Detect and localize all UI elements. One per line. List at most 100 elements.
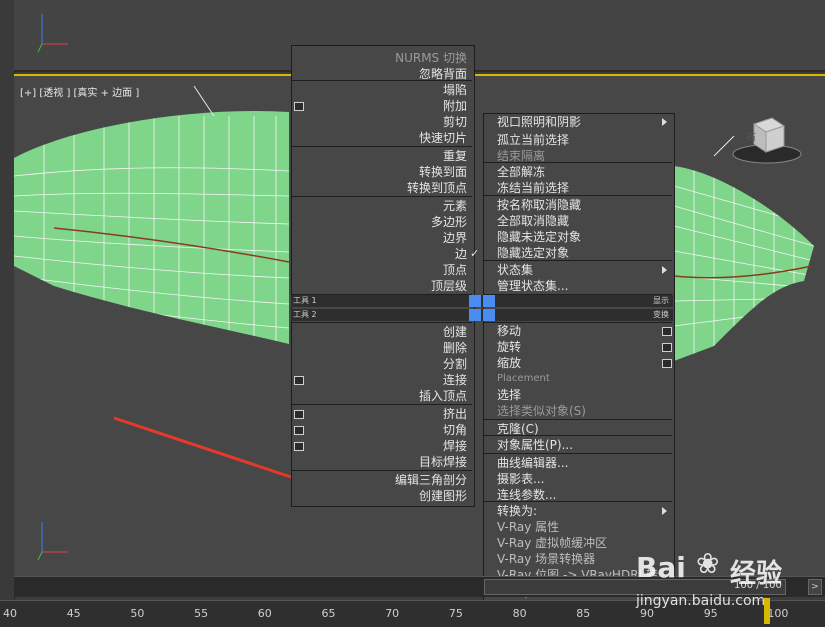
quad-blue-top-left[interactable]	[469, 295, 481, 307]
baidu-watermark: Bai ❀ 经验 jingyan.baidu.com	[630, 545, 820, 623]
menu-separator	[292, 404, 472, 405]
left-menu-item[interactable]: 创建图形	[291, 488, 467, 504]
settings-box-icon[interactable]	[294, 102, 304, 111]
display-label: 显示	[653, 296, 669, 305]
right-menu-item[interactable]: 按名称取消隐藏	[497, 197, 581, 213]
left-menu-item[interactable]: 切角	[291, 422, 467, 438]
right-menu-item[interactable]: Placement	[497, 371, 550, 387]
timeline-tick-label: 40	[3, 607, 17, 620]
right-menu-item[interactable]: 转换为:	[497, 503, 537, 519]
right-menu-item[interactable]: 全部取消隐藏	[497, 213, 569, 229]
timeline-tick-label: 85	[576, 607, 591, 620]
watermark-url: jingyan.baidu.com	[636, 593, 766, 609]
menu-separator	[292, 470, 472, 471]
right-menu-item[interactable]: 选择	[497, 387, 521, 403]
menu-separator	[484, 501, 672, 502]
check-icon: ✓	[470, 247, 480, 260]
left-menu-item[interactable]: 剪切	[291, 114, 467, 130]
left-menu-item[interactable]: 删除	[291, 340, 467, 356]
settings-box-icon[interactable]	[294, 426, 304, 435]
quad-blue-bottom-right[interactable]	[483, 309, 495, 321]
right-menu-item[interactable]: 状态集	[497, 262, 533, 278]
timeline-tick-label: 55	[194, 607, 209, 620]
right-menu-item[interactable]: V-Ray 属性	[497, 519, 559, 535]
settings-box-icon[interactable]	[294, 376, 304, 385]
left-menu-item[interactable]: 目标焊接	[291, 454, 467, 470]
axis-gizmo-bottom-icon	[37, 522, 68, 561]
right-menu-item[interactable]: 全部解冻	[497, 164, 545, 180]
timeline-tick-label: 75	[448, 607, 463, 620]
left-menu-item[interactable]: 多边形	[291, 214, 467, 230]
left-menu-item[interactable]: 重复	[291, 148, 467, 164]
left-menu-item[interactable]: 挤出	[291, 406, 467, 422]
menu-separator	[292, 196, 472, 197]
quad-blue-bottom-left[interactable]	[469, 309, 481, 321]
timeline-tick-label: 60	[257, 607, 272, 620]
left-menu-item[interactable]: 边	[291, 246, 467, 262]
settings-box-icon[interactable]	[294, 442, 304, 451]
timeline-tick-label: 70	[385, 607, 400, 620]
settings-box-icon[interactable]	[662, 327, 672, 336]
paw-icon: ❀	[696, 547, 720, 580]
menu-separator	[484, 453, 672, 454]
settings-box-icon[interactable]	[294, 410, 304, 419]
settings-box-icon[interactable]	[662, 359, 672, 368]
menu-separator	[484, 195, 672, 196]
right-menu-item[interactable]: 隐藏未选定对象	[497, 229, 581, 245]
left-menu-item[interactable]: 插入顶点	[291, 388, 467, 404]
right-menu-item[interactable]: V-Ray 场景转换器	[497, 551, 595, 567]
right-menu-item[interactable]: 对象属性(P)...	[497, 437, 573, 453]
right-menu-item[interactable]: 视口照明和阴影	[497, 114, 581, 130]
quad-blue-top-right[interactable]	[483, 295, 495, 307]
axis-gizmo-icon	[37, 14, 68, 53]
viewcube[interactable]: 右	[732, 112, 802, 164]
timeline-tick-label: 65	[321, 607, 336, 620]
left-menu-item[interactable]: 分割	[291, 356, 467, 372]
menu-separator	[484, 435, 672, 436]
tools1-bar: 工具 1 显示	[291, 295, 673, 307]
submenu-arrow-icon	[662, 266, 667, 274]
right-menu-item[interactable]: V-Ray 虚拟帧缓冲区	[497, 535, 607, 551]
right-menu-item[interactable]: 管理状态集...	[497, 278, 568, 294]
right-menu-item[interactable]: 移动	[497, 323, 521, 339]
timeline-tick-label: 45	[66, 607, 81, 620]
menu-separator	[484, 162, 672, 163]
left-menu-item[interactable]: NURMS 切换	[291, 50, 467, 66]
menu-separator	[292, 80, 472, 81]
left-menu-item[interactable]: 创建	[291, 324, 467, 340]
tools2-bar: 工具 2 变换	[291, 309, 673, 321]
submenu-arrow-icon	[662, 507, 667, 515]
left-menu-item[interactable]: 顶点	[291, 262, 467, 278]
menu-separator	[484, 322, 672, 323]
viewcube-label: 右	[746, 132, 756, 143]
left-menu-item[interactable]: 转换到面	[291, 164, 467, 180]
left-menu-item[interactable]: 元素	[291, 198, 467, 214]
transform-label: 变换	[653, 310, 669, 319]
right-menu-item[interactable]: 缩放	[497, 355, 521, 371]
left-menu-item[interactable]: 边界	[291, 230, 467, 246]
left-menu-item[interactable]: 塌陷	[291, 82, 467, 98]
settings-box-icon[interactable]	[662, 343, 672, 352]
watermark-brand2: 经验	[730, 559, 783, 589]
left-menu-item[interactable]: 焊接	[291, 438, 467, 454]
menu-separator	[484, 260, 672, 261]
right-menu-item[interactable]: 旋转	[497, 339, 521, 355]
left-menu-item[interactable]: 转换到顶点	[291, 180, 467, 196]
right-menu-item[interactable]: 孤立当前选择	[497, 132, 569, 148]
left-menu-item[interactable]: 附加	[291, 98, 467, 114]
right-menu-item[interactable]: 冻结当前选择	[497, 180, 569, 196]
left-menu-item[interactable]: 编辑三角剖分	[291, 472, 467, 488]
tools1-label: 工具 1	[293, 296, 317, 305]
right-menu-item[interactable]: 隐藏选定对象	[497, 245, 569, 261]
left-menu-item[interactable]: 快速切片	[291, 130, 467, 146]
right-menu-item[interactable]: 摄影表...	[497, 471, 544, 487]
right-menu-item[interactable]: 选择类似对象(S)	[497, 403, 586, 419]
left-menu-item[interactable]: 顶层级	[291, 278, 467, 294]
left-menu-item[interactable]: 连接	[291, 372, 467, 388]
submenu-arrow-icon	[662, 118, 667, 126]
menu-separator	[292, 146, 472, 147]
menu-separator	[292, 322, 472, 323]
timeline-tick-label: 50	[130, 607, 145, 620]
right-menu-item[interactable]: 曲线编辑器...	[497, 455, 568, 471]
tools2-label: 工具 2	[293, 310, 317, 319]
